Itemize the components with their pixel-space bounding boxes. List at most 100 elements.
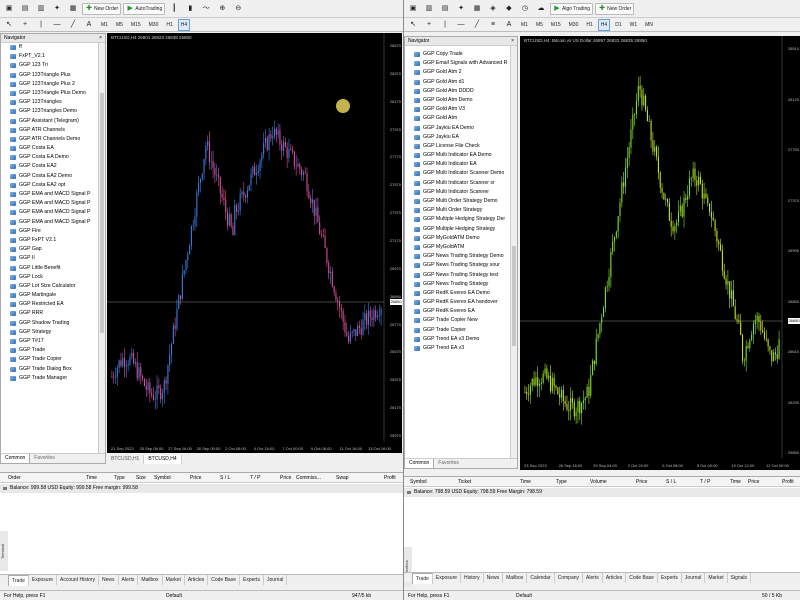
navigator-item[interactable]: GGP Trade Dialog Box <box>1 365 98 374</box>
navigator-item[interactable]: GGP 123Triangles Demo <box>1 107 98 116</box>
navigator-item[interactable]: FxPT_V2.1 <box>1 52 98 61</box>
navigator-item[interactable]: GGP Trade Copier <box>405 326 510 335</box>
tf-m15[interactable]: M15 <box>128 19 144 31</box>
navigator-item[interactable]: GGP EMA and MACD Signal P <box>1 218 98 227</box>
navigator-item[interactable]: GGP Multi Order Strategy <box>405 206 510 215</box>
tf-m5[interactable]: M5 <box>533 19 546 31</box>
tab-journal[interactable]: Journal <box>264 575 288 585</box>
tab-alerts[interactable]: Alerts <box>119 575 139 585</box>
navigator-item[interactable]: GGP Martingale <box>1 291 98 300</box>
crosshair-tool[interactable]: + <box>422 19 436 31</box>
column-header[interactable]: Time <box>730 479 741 485</box>
ide-button[interactable]: ◆ <box>502 3 516 15</box>
navigator-item[interactable]: GGP Lock <box>1 273 98 282</box>
cursor-tool[interactable]: ↖ <box>2 19 16 31</box>
bar-chart-button[interactable]: ┃ <box>167 3 181 15</box>
navigator-item[interactable]: ff <box>1 43 98 52</box>
navigator-item[interactable]: GGP Gold Atm <box>405 114 510 123</box>
navigator-item[interactable]: GGP T#17 <box>1 337 98 346</box>
tab-market[interactable]: Market <box>163 575 185 585</box>
navigator-item[interactable]: GGP Trade Copier New <box>405 316 510 325</box>
navigator-item[interactable]: GGP RRR <box>1 309 98 318</box>
tf-h1[interactable]: H1 <box>583 19 595 31</box>
navigator-item[interactable]: GGP Trend EA v3 Demo <box>405 335 510 344</box>
tf-m1[interactable]: M1 <box>518 19 531 31</box>
column-header[interactable]: Volume <box>590 479 607 485</box>
navigator-item[interactable]: GGP Costa EA Demo <box>1 153 98 162</box>
close-icon[interactable]: × <box>99 34 102 43</box>
navigator-item[interactable]: GGP MyGoldATM <box>405 243 510 252</box>
navigator-item[interactable]: GGP Multi Indicator Scanner <box>405 188 510 197</box>
close-icon[interactable]: × <box>511 37 514 46</box>
line-chart-button[interactable]: 〜 <box>199 3 213 15</box>
navigator-item[interactable]: GGP Costa EA2 <box>1 162 98 171</box>
column-header[interactable]: Swap <box>336 475 349 481</box>
column-header[interactable]: Price <box>636 479 647 485</box>
navigator-scrollbar[interactable] <box>98 43 105 453</box>
navigator-item[interactable]: GGP Jaykiu EA Demo <box>405 124 510 133</box>
crosshair-tool[interactable]: + <box>18 19 32 31</box>
navigator-item[interactable]: GGP Multi Indicator EA <box>405 160 510 169</box>
navigator-item[interactable]: GGP Multi Order Strategy Demo <box>405 197 510 206</box>
navigator-item[interactable]: GGP EMA and MACD Signal P <box>1 208 98 217</box>
navigator-item[interactable]: GGP Gold Atm d1 <box>405 78 510 87</box>
column-header[interactable]: Price <box>280 475 291 481</box>
vps-button[interactable]: ☁ <box>534 3 548 15</box>
new-order-button[interactable]: ✚ New Order <box>82 2 122 15</box>
new-chart-button[interactable]: ▣ <box>2 3 16 15</box>
navigator-item[interactable]: GGP 123Triangles <box>1 98 98 107</box>
navigator-item[interactable]: GGP News Trading Strategy <box>405 280 510 289</box>
navigator-button[interactable]: ✦ <box>50 3 64 15</box>
tf-m30[interactable]: M30 <box>566 19 582 31</box>
profiles-button[interactable]: ▤ <box>18 3 32 15</box>
tf-d1[interactable]: D1 <box>612 19 624 31</box>
tab-trade[interactable]: Trade <box>8 574 29 586</box>
navigator-item[interactable]: GGP Gold Atm 2 <box>405 68 510 77</box>
tab-exposure[interactable]: Exposure <box>29 575 58 585</box>
navigator-item[interactable]: GGP 123Triangle Plus <box>1 71 98 80</box>
navigator-item[interactable]: GGP Multi Indicator Scanner Demo <box>405 169 510 178</box>
column-header[interactable]: Price <box>190 475 201 481</box>
tab-history[interactable]: History <box>461 573 484 583</box>
hline-tool[interactable]: — <box>454 19 468 31</box>
navigator-item[interactable]: GGP II <box>1 254 98 263</box>
navigator-item[interactable]: GGP Multi Indicator Scanner sr <box>405 179 510 188</box>
vline-tool[interactable]: | <box>34 19 48 31</box>
column-header[interactable]: Profit <box>384 475 396 481</box>
navigator-item[interactable]: GGP Little Benefit <box>1 264 98 273</box>
navigator-item[interactable]: GGP RedK Everex EA <box>405 307 510 316</box>
tab-news[interactable]: News <box>99 575 119 585</box>
navigator-item[interactable]: GGP Email Signals with Advanced R <box>405 59 510 68</box>
vline-tool[interactable]: | <box>438 19 452 31</box>
tf-h1[interactable]: H1 <box>163 19 175 31</box>
navigator-item[interactable]: GGP 123Triangle Plus Demo <box>1 89 98 98</box>
trendline-tool[interactable]: ╱ <box>66 19 80 31</box>
navigator-item[interactable]: GGP Costa EA2 opt <box>1 181 98 190</box>
tab-code-base[interactable]: Code Base <box>208 575 240 585</box>
tab-common[interactable]: Common <box>405 459 435 468</box>
navigator-item[interactable]: GGP Costa EA <box>1 144 98 153</box>
new-order-button[interactable]: ✚ New Order <box>595 2 635 15</box>
column-header[interactable]: Ticket <box>458 479 471 485</box>
tf-h4[interactable]: H4 <box>597 18 611 31</box>
tf-m15[interactable]: M15 <box>548 19 564 31</box>
tab-news[interactable]: News <box>484 573 504 583</box>
column-header[interactable]: S / L <box>220 475 230 481</box>
tab-favorites[interactable]: Favorites <box>30 454 59 463</box>
tf-m5[interactable]: M5 <box>113 19 126 31</box>
price-chart[interactable]: BTCUSD,H4: Bitcoin vs US Dollar 26897 26… <box>520 36 800 470</box>
column-header[interactable]: Profit <box>782 479 794 485</box>
column-header[interactable]: Type <box>114 475 125 481</box>
algo-trading-button[interactable]: ▶ Algo Trading <box>550 2 594 15</box>
navigator-item[interactable]: GGP Fire <box>1 227 98 236</box>
terminal-button[interactable]: ▦ <box>66 3 80 15</box>
tab-account-history[interactable]: Account History <box>57 575 100 585</box>
column-header[interactable]: Commiss... <box>296 475 321 481</box>
navigator-item[interactable]: GGP News Trading Strategy Demo <box>405 252 510 261</box>
auto-trading-button[interactable]: ▶ AutoTrading <box>123 2 166 15</box>
toolbox-button[interactable]: ▦ <box>470 3 484 15</box>
column-header[interactable]: T / P <box>700 479 710 485</box>
navigator-item[interactable]: GGP Multiple Hedging Strategy Der <box>405 215 510 224</box>
tab-signals[interactable]: Signals <box>728 573 752 583</box>
navigator-scrollbar[interactable] <box>510 46 517 458</box>
